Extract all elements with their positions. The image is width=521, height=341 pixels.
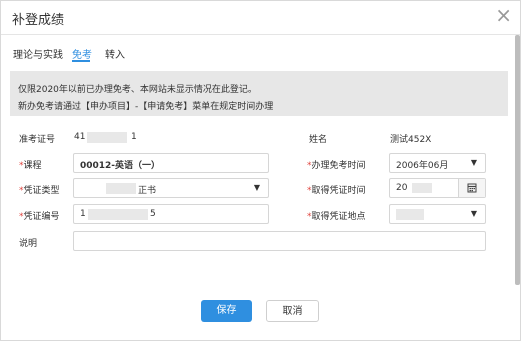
- cert-no-input[interactable]: 1 5: [73, 204, 269, 224]
- exam-no-value-prefix: 41: [74, 132, 86, 142]
- course-label: *课程: [19, 161, 42, 171]
- course-input[interactable]: 00012-英语（一）: [73, 153, 269, 173]
- cert-place-select[interactable]: ▼: [389, 204, 486, 224]
- course-value: 00012-英语（一）: [80, 161, 161, 171]
- dialog: 补登成绩 × 理论与实践 免考 转入 仅限2020年以前已办理免考、本网站未显示…: [0, 0, 521, 341]
- tab-theory-practice[interactable]: 理论与实践: [13, 46, 63, 61]
- cert-no-value-prefix: 1: [80, 209, 86, 219]
- save-button[interactable]: 保存: [201, 300, 252, 322]
- redaction-mask: [396, 209, 424, 220]
- tabs: 理论与实践 免考 转入: [1, 39, 520, 61]
- exempt-time-value: 2006年06月: [396, 161, 449, 171]
- cert-no-value-suffix: 5: [150, 209, 156, 219]
- cert-type-label: *凭证类型: [19, 186, 60, 196]
- tab-transfer[interactable]: 转入: [105, 46, 125, 61]
- redaction-mask: [87, 132, 127, 143]
- redaction-mask: [412, 183, 432, 193]
- chevron-down-icon: ▼: [470, 209, 477, 218]
- cert-no-label: *凭证编号: [19, 212, 60, 222]
- scrollbar-thumb[interactable]: [515, 35, 520, 285]
- close-icon[interactable]: ×: [495, 5, 512, 25]
- tab-active-indicator: [72, 60, 90, 62]
- chevron-down-icon: ▼: [253, 183, 260, 192]
- dialog-title: 补登成绩: [12, 13, 65, 28]
- exempt-time-label: *办理免考时间: [307, 161, 366, 171]
- notice-line-1: 仅限2020年以前已办理免考、本网站未显示情况在此登记。: [18, 85, 257, 95]
- exam-no-value-suffix: 1: [131, 132, 137, 142]
- cert-place-label: *取得凭证地点: [307, 212, 366, 222]
- cert-type-select[interactable]: 正书 ▼: [73, 178, 269, 198]
- tab-exemption[interactable]: 免考: [72, 46, 92, 61]
- cert-obtain-time-input[interactable]: 20: [389, 178, 486, 198]
- scrollbar[interactable]: [515, 35, 520, 340]
- name-label: 姓名: [309, 135, 328, 145]
- exam-no-label: 准考证号: [19, 135, 56, 145]
- exempt-time-select[interactable]: 2006年06月 ▼: [389, 153, 486, 173]
- cancel-button[interactable]: 取消: [266, 300, 319, 322]
- cert-type-value: 正书: [138, 186, 157, 196]
- cert-obtain-time-value: 20: [396, 183, 408, 193]
- notice-panel: 仅限2020年以前已办理免考、本网站未显示情况在此登记。 新办免考请通过【申办项…: [10, 71, 508, 116]
- remark-label: 说明: [19, 239, 38, 249]
- cert-obtain-time-label: *取得凭证时间: [307, 186, 366, 196]
- name-value: 测试452X: [390, 135, 432, 145]
- redaction-mask: [106, 183, 136, 194]
- calendar-icon: [467, 183, 477, 193]
- redaction-mask: [88, 209, 148, 220]
- chevron-down-icon: ▼: [470, 158, 477, 167]
- notice-line-2: 新办免考请通过【申办项目】-【申请免考】菜单在规定时间办理: [18, 102, 274, 112]
- remark-input[interactable]: [73, 231, 486, 251]
- dialog-header: 补登成绩 ×: [1, 1, 520, 35]
- calendar-button[interactable]: [458, 179, 485, 197]
